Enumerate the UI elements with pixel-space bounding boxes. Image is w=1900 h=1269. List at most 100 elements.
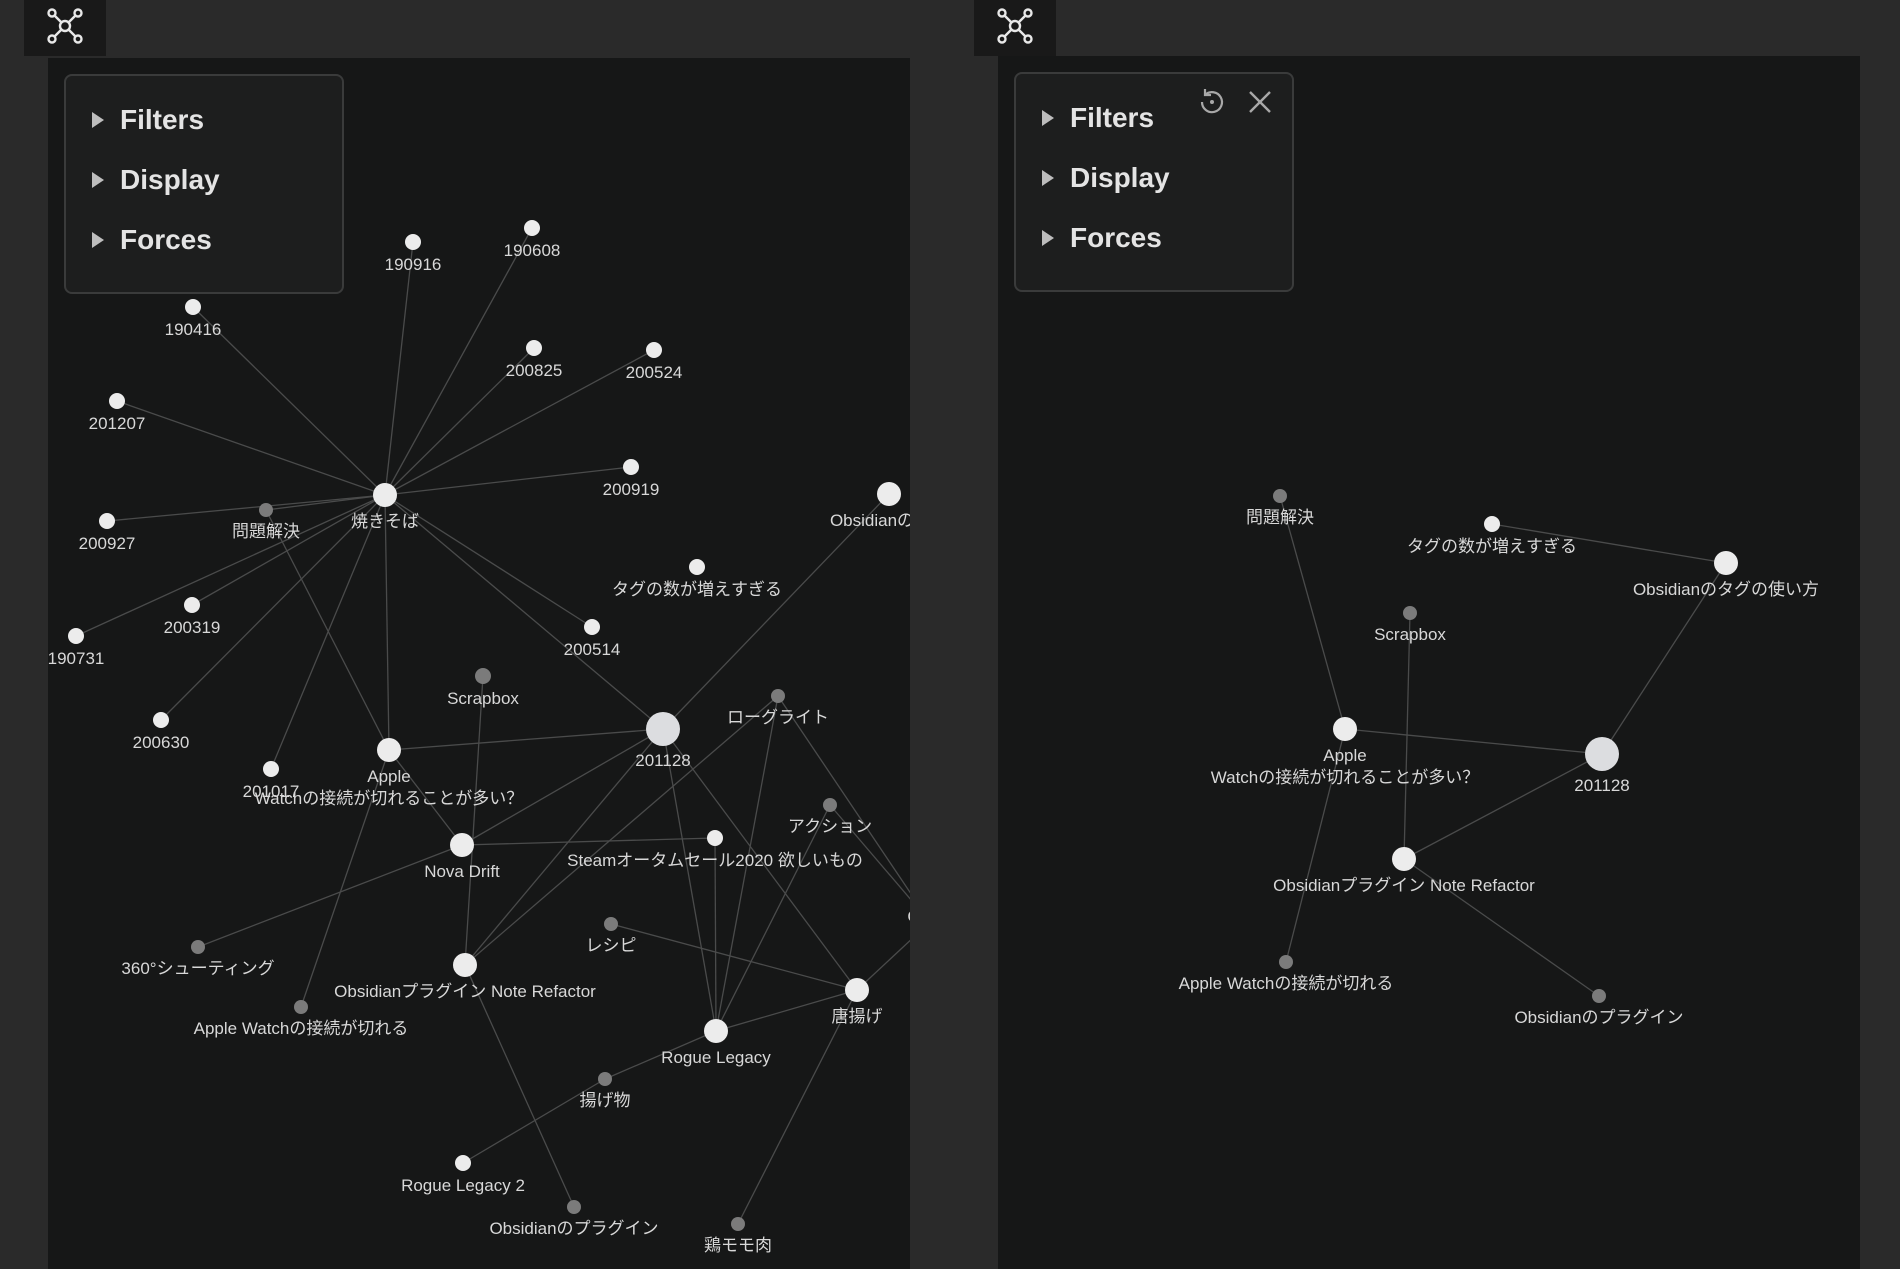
graph-node-circle[interactable] [524, 220, 540, 236]
graph-node-190916[interactable]: 190916 [385, 234, 442, 274]
graph-node-notebf[interactable]: Obsidianプラグイン Note Refactor [1273, 847, 1535, 895]
graph-node-roguelegacy[interactable]: Rogue Legacy [661, 1019, 771, 1067]
graph-node-circle[interactable] [1392, 847, 1416, 871]
graph-node-roguelite[interactable]: ローグライト [727, 689, 829, 727]
graph-node-circle[interactable] [455, 1155, 471, 1171]
graph-node-agemono[interactable]: 揚げ物 [580, 1072, 631, 1110]
graph-node-circle[interactable] [845, 978, 869, 1002]
graph-node-label-line: Obsidianのタグ [830, 511, 910, 530]
graph-node-circle[interactable] [1403, 606, 1417, 620]
graph-node-circle[interactable] [731, 1217, 745, 1231]
graph-node-scrapbox[interactable]: Scrapbox [1374, 606, 1446, 644]
right-graph-tab[interactable] [974, 0, 1056, 56]
graph-node-recipe[interactable]: レシピ [586, 917, 637, 955]
graph-node-circle[interactable] [153, 712, 169, 728]
graph-node-obsidiantag[interactable]: Obsidianのタグ [830, 482, 910, 530]
graph-node-action[interactable]: アクション [788, 798, 872, 836]
graph-node-applewatch[interactable]: Apple Watchの接続が切れる [1179, 955, 1394, 993]
graph-node-201207[interactable]: 201207 [89, 393, 146, 433]
graph-node-circle[interactable] [598, 1072, 612, 1086]
graph-node-circle[interactable] [109, 393, 125, 409]
graph-node-circle[interactable] [185, 299, 201, 315]
graph-node-circle[interactable] [689, 559, 705, 575]
graph-node-circle[interactable] [646, 712, 680, 746]
graph-node-circle[interactable] [191, 940, 205, 954]
graph-node-circle[interactable] [294, 1000, 308, 1014]
graph-node-circle[interactable] [377, 738, 401, 762]
graph-node-circle[interactable] [823, 798, 837, 812]
graph-node-applewatch[interactable]: Apple Watchの接続が切れる [194, 1000, 409, 1038]
graph-node-label: 200630 [133, 733, 190, 752]
expand-triangle-icon [92, 172, 104, 188]
graph-node-circle[interactable] [584, 619, 600, 635]
left-graph-pane[interactable]: 焼きそば 190916 190608 190416 200825 200524 201207… [48, 58, 910, 1269]
graph-node-tagnokazu[interactable]: タグの数が増えすぎる [612, 559, 782, 599]
graph-node-circle[interactable] [567, 1200, 581, 1214]
graph-node-obsidianplugin[interactable]: Obsidianのプラグイン [1514, 989, 1684, 1027]
graph-node-circle[interactable] [68, 628, 84, 644]
reset-button[interactable] [1194, 86, 1230, 122]
filters-section[interactable]: Filters [92, 104, 204, 136]
graph-node-circle[interactable] [604, 917, 618, 931]
forces-section[interactable]: Forces [92, 224, 212, 256]
graph-node-200319[interactable]: 200319 [164, 597, 221, 637]
graph-node-200919[interactable]: 200919 [603, 459, 660, 499]
graph-node-curse[interactable]: Curse [907, 907, 910, 926]
graph-node-circle[interactable] [259, 503, 273, 517]
graph-node-circle[interactable] [704, 1019, 728, 1043]
graph-node-circle[interactable] [1592, 989, 1606, 1003]
graph-node-circle[interactable] [1484, 516, 1500, 532]
graph-node-circle[interactable] [623, 459, 639, 475]
graph-node-label: ローグライト [727, 708, 829, 727]
graph-node-circle[interactable] [1333, 717, 1357, 741]
graph-node-circle[interactable] [646, 342, 662, 358]
graph-node-apple[interactable]: Apple Watchの接続が切れることが多い？ [1211, 717, 1480, 787]
graph-node-circle[interactable] [373, 483, 397, 507]
graph-node-circle[interactable] [263, 761, 279, 777]
graph-node-notebf[interactable]: Obsidianプラグイン Note Refactor [334, 953, 596, 1001]
graph-node-190608[interactable]: 190608 [504, 220, 561, 260]
display-section[interactable]: Display [92, 164, 220, 196]
graph-node-torimomo[interactable]: 鶏モモ肉 [704, 1217, 772, 1255]
graph-node-200514[interactable]: 200514 [564, 619, 621, 659]
graph-node-circle[interactable] [771, 689, 785, 703]
graph-node-yakisoba[interactable]: 焼きそば [351, 483, 419, 531]
graph-node-200630[interactable]: 200630 [133, 712, 190, 752]
graph-node-190731[interactable]: 190731 [48, 628, 104, 668]
graph-node-201128[interactable]: 201128 [1574, 737, 1630, 795]
graph-node-190416[interactable]: 190416 [165, 299, 222, 339]
left-graph-tab[interactable] [24, 0, 106, 56]
graph-node-360[interactable]: 360°シューティング [121, 940, 275, 978]
graph-node-200524[interactable]: 200524 [626, 342, 683, 382]
display-section[interactable]: Display [1042, 162, 1170, 194]
graph-node-circle[interactable] [1273, 489, 1287, 503]
graph-node-circle[interactable] [405, 234, 421, 250]
graph-node-201128[interactable]: 201128 [635, 712, 691, 770]
close-button[interactable] [1242, 86, 1278, 122]
graph-node-circle[interactable] [707, 830, 723, 846]
graph-node-novadrift[interactable]: Nova Drift [424, 833, 500, 881]
graph-node-tagnokazu[interactable]: タグの数が増えすぎる [1407, 516, 1577, 556]
right-graph-pane[interactable]: 問題解決タグの数が増えすぎる Obsidianのタグの使い方 Scrapbox App… [998, 56, 1860, 1269]
graph-node-mondai[interactable]: 問題解決 [1246, 489, 1314, 527]
graph-node-circle[interactable] [877, 482, 901, 506]
graph-node-roguelegacy2[interactable]: Rogue Legacy 2 [401, 1155, 525, 1195]
expand-triangle-icon [1042, 110, 1054, 126]
graph-node-obsidiantag[interactable]: Obsidianのタグの使い方 [1633, 551, 1819, 599]
graph-node-200825[interactable]: 200825 [506, 340, 563, 380]
graph-node-obsidianplugin[interactable]: Obsidianのプラグイン [489, 1200, 659, 1238]
graph-node-circle[interactable] [1585, 737, 1619, 771]
graph-node-circle[interactable] [1279, 955, 1293, 969]
graph-node-circle[interactable] [450, 833, 474, 857]
graph-node-circle[interactable] [526, 340, 542, 356]
graph-node-circle[interactable] [1714, 551, 1738, 575]
graph-node-circle[interactable] [475, 668, 491, 684]
graph-node-circle[interactable] [99, 513, 115, 529]
graph-node-circle[interactable] [184, 597, 200, 613]
filters-section[interactable]: Filters [1042, 102, 1154, 134]
graph-node-circle[interactable] [453, 953, 477, 977]
graph-node-scrapbox[interactable]: Scrapbox [447, 668, 519, 708]
graph-node-label: 200319 [164, 618, 221, 637]
forces-section[interactable]: Forces [1042, 222, 1162, 254]
graph-node-apple[interactable]: Apple Watchの接続が切れることが多い？ [255, 738, 524, 808]
